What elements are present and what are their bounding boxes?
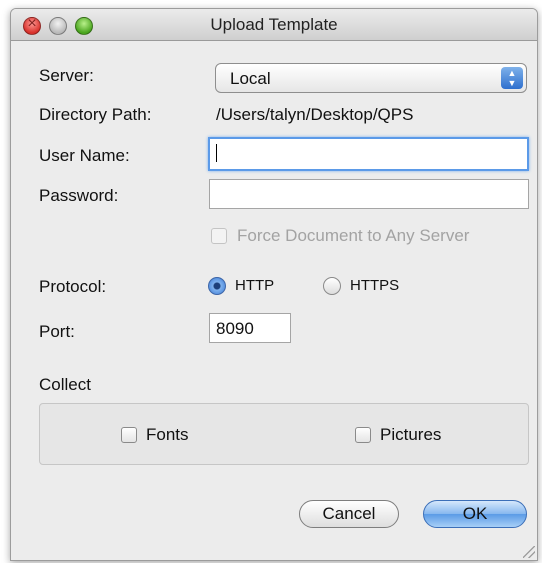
- collect-group-label: Collect: [39, 375, 91, 394]
- directory-path-label: Directory Path:: [39, 105, 152, 124]
- https-radio[interactable]: [323, 277, 341, 295]
- fonts-checkbox[interactable]: [121, 427, 137, 443]
- directory-path-value: /Users/talyn/Desktop/QPS: [216, 105, 414, 124]
- fonts-checkbox-label: Fonts: [146, 425, 189, 444]
- title-bar[interactable]: Upload Template: [11, 9, 537, 41]
- window-title: Upload Template: [210, 15, 338, 34]
- resize-grip-icon[interactable]: [523, 546, 535, 558]
- pictures-checkbox[interactable]: [355, 427, 371, 443]
- http-radio[interactable]: [208, 277, 226, 295]
- up-down-chevron-icon: ▲ ▼: [501, 67, 523, 89]
- user-name-field[interactable]: [208, 137, 529, 171]
- https-radio-label: HTTPS: [350, 277, 400, 294]
- server-selected-value: Local: [230, 69, 271, 88]
- upload-template-dialog: Upload Template Server: Local ▲▼ Directo…: [10, 8, 538, 561]
- port-field[interactable]: 8090: [209, 313, 291, 343]
- http-radio-label: HTTP: [235, 277, 275, 294]
- protocol-label: Protocol:: [39, 277, 107, 296]
- server-select[interactable]: Local ▲ ▼: [215, 63, 527, 93]
- server-label: Server:: [39, 66, 94, 85]
- port-value: 8090: [216, 319, 254, 338]
- force-document-label: Force Document to Any Server: [237, 226, 470, 245]
- user-name-label: User Name:: [39, 146, 130, 165]
- port-label: Port:: [39, 322, 75, 341]
- password-field[interactable]: [209, 179, 529, 209]
- text-caret: [216, 144, 217, 162]
- password-label: Password:: [39, 186, 119, 205]
- cancel-button[interactable]: Cancel: [299, 500, 399, 528]
- pictures-checkbox-label: Pictures: [380, 425, 442, 444]
- collect-group-box: [39, 403, 529, 465]
- force-document-checkbox[interactable]: [211, 228, 227, 244]
- ok-button[interactable]: OK: [423, 500, 527, 528]
